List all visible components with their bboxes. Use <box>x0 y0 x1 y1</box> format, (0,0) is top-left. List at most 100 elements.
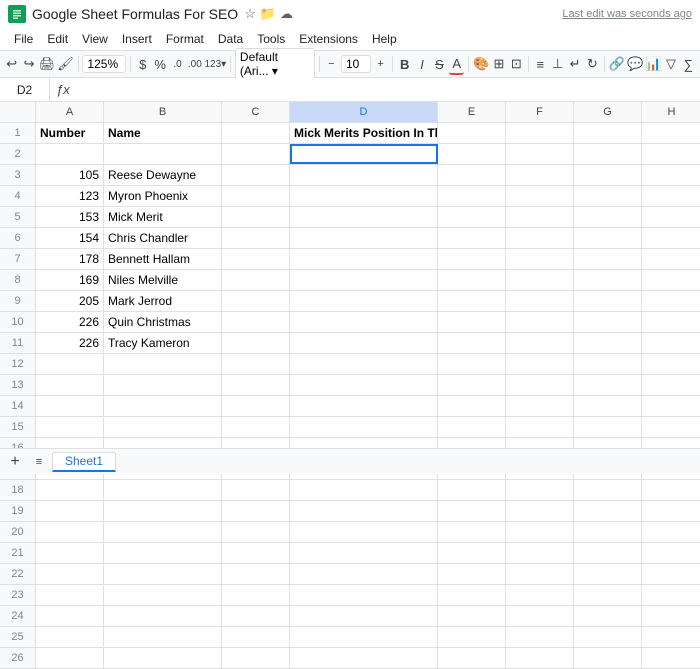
row-number[interactable]: 19 <box>0 501 36 521</box>
cell-10-b[interactable]: Quin Christmas <box>104 312 222 332</box>
cell-10-g[interactable] <box>574 312 642 332</box>
cell-3-d[interactable] <box>290 165 438 185</box>
cell-6-a[interactable]: 154 <box>36 228 104 248</box>
row-number[interactable]: 4 <box>0 186 36 206</box>
font-size-input[interactable]: 10 <box>341 55 371 73</box>
cell-19-g[interactable] <box>574 501 642 521</box>
cell-25-c[interactable] <box>222 627 290 647</box>
row-number[interactable]: 23 <box>0 585 36 605</box>
cell-14-c[interactable] <box>222 396 290 416</box>
filter-button[interactable]: ▽ <box>663 53 678 75</box>
cell-22-c[interactable] <box>222 564 290 584</box>
cell-14-f[interactable] <box>506 396 574 416</box>
row-number[interactable]: 21 <box>0 543 36 563</box>
menu-file[interactable]: File <box>8 30 39 48</box>
cell-13-e[interactable] <box>438 375 506 395</box>
cell-18-d[interactable] <box>290 480 438 500</box>
cell-26-b[interactable] <box>104 648 222 668</box>
cell-19-f[interactable] <box>506 501 574 521</box>
v-align-button[interactable]: ⊥ <box>550 53 565 75</box>
cell-6-g[interactable] <box>574 228 642 248</box>
cell-11-d[interactable] <box>290 333 438 353</box>
cell-12-e[interactable] <box>438 354 506 374</box>
cell-4-a[interactable]: 123 <box>36 186 104 206</box>
cell-24-c[interactable] <box>222 606 290 626</box>
cell-23-g[interactable] <box>574 585 642 605</box>
cell-21-a[interactable] <box>36 543 104 563</box>
row-number[interactable]: 7 <box>0 249 36 269</box>
cell-25-h[interactable] <box>642 627 700 647</box>
cell-20-a[interactable] <box>36 522 104 542</box>
cell-20-d[interactable] <box>290 522 438 542</box>
cell-4-e[interactable] <box>438 186 506 206</box>
col-header-e[interactable]: E <box>438 102 506 122</box>
cell-11-e[interactable] <box>438 333 506 353</box>
cell-23-f[interactable] <box>506 585 574 605</box>
col-header-f[interactable]: F <box>506 102 574 122</box>
cell-7-d[interactable] <box>290 249 438 269</box>
cell-24-f[interactable] <box>506 606 574 626</box>
row-number[interactable]: 24 <box>0 606 36 626</box>
formula-input[interactable] <box>76 78 700 101</box>
menu-data[interactable]: Data <box>212 30 249 48</box>
cell-9-f[interactable] <box>506 291 574 311</box>
cell-10-f[interactable] <box>506 312 574 332</box>
cell-4-h[interactable] <box>642 186 700 206</box>
cell-19-b[interactable] <box>104 501 222 521</box>
text-color-button[interactable]: A <box>449 53 464 75</box>
menu-help[interactable]: Help <box>366 30 403 48</box>
cell-15-h[interactable] <box>642 417 700 437</box>
cell-1-b[interactable]: Name <box>104 123 222 143</box>
row-number[interactable]: 11 <box>0 333 36 353</box>
cell-10-e[interactable] <box>438 312 506 332</box>
wrap-button[interactable]: ↵ <box>567 53 582 75</box>
cell-15-g[interactable] <box>574 417 642 437</box>
cell-10-a[interactable]: 226 <box>36 312 104 332</box>
decimal-inc-button[interactable]: .00 <box>187 53 202 75</box>
cell-4-d[interactable] <box>290 186 438 206</box>
cell-18-h[interactable] <box>642 480 700 500</box>
cell-22-h[interactable] <box>642 564 700 584</box>
borders-button[interactable]: ⊞ <box>491 53 506 75</box>
cell-6-d[interactable] <box>290 228 438 248</box>
cell-7-f[interactable] <box>506 249 574 269</box>
cell-15-e[interactable] <box>438 417 506 437</box>
cell-8-d[interactable] <box>290 270 438 290</box>
cell-12-f[interactable] <box>506 354 574 374</box>
row-number[interactable]: 9 <box>0 291 36 311</box>
cell-24-h[interactable] <box>642 606 700 626</box>
redo-button[interactable]: ↪ <box>21 53 36 75</box>
row-number[interactable]: 20 <box>0 522 36 542</box>
cell-23-a[interactable] <box>36 585 104 605</box>
cell-8-e[interactable] <box>438 270 506 290</box>
cell-11-f[interactable] <box>506 333 574 353</box>
menu-view[interactable]: View <box>76 30 114 48</box>
cell-7-a[interactable]: 178 <box>36 249 104 269</box>
cell-12-h[interactable] <box>642 354 700 374</box>
bold-button[interactable]: B <box>397 53 412 75</box>
cell-2-a[interactable] <box>36 144 104 164</box>
cell-6-h[interactable] <box>642 228 700 248</box>
cell-5-f[interactable] <box>506 207 574 227</box>
h-align-button[interactable]: ≡ <box>533 53 548 75</box>
menu-extensions[interactable]: Extensions <box>293 30 364 48</box>
cell-24-a[interactable] <box>36 606 104 626</box>
row-number[interactable]: 12 <box>0 354 36 374</box>
col-header-c[interactable]: C <box>222 102 290 122</box>
cell-2-d[interactable] <box>290 144 438 164</box>
cell-15-f[interactable] <box>506 417 574 437</box>
cell-12-c[interactable] <box>222 354 290 374</box>
cell-1-f[interactable] <box>506 123 574 143</box>
cell-1-a[interactable]: Number <box>36 123 104 143</box>
cell-21-f[interactable] <box>506 543 574 563</box>
paint-format-button[interactable]: 🖌 <box>57 53 74 75</box>
cell-26-a[interactable] <box>36 648 104 668</box>
chart-button[interactable]: 📊 <box>645 53 661 75</box>
cell-13-f[interactable] <box>506 375 574 395</box>
cell-11-b[interactable]: Tracy Kameron <box>104 333 222 353</box>
cell-11-c[interactable] <box>222 333 290 353</box>
cell-23-c[interactable] <box>222 585 290 605</box>
cell-23-b[interactable] <box>104 585 222 605</box>
cell-11-h[interactable] <box>642 333 700 353</box>
function-button[interactable]: ∑ <box>681 53 696 75</box>
